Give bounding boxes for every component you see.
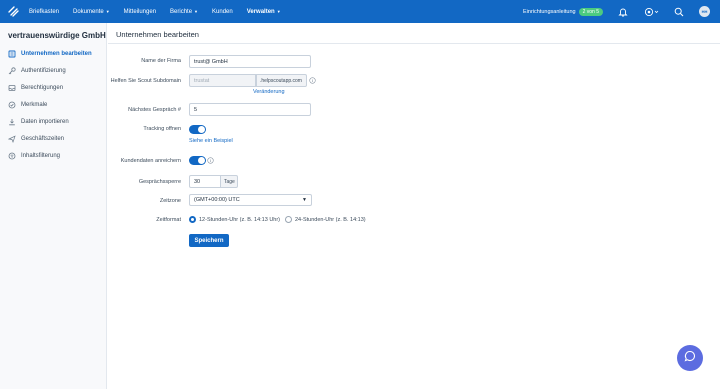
info-icon[interactable]: [309, 77, 316, 84]
conversation-lock-unit: Tage: [220, 175, 238, 188]
inbox-icon: [8, 84, 16, 92]
check-circle-icon: [8, 101, 16, 109]
next-conversation-label: Nächstes Gespräch #: [128, 107, 181, 113]
chevron-down-icon: ▼: [194, 9, 199, 14]
chevron-down-icon: ▼: [302, 197, 307, 203]
send-icon: [8, 135, 16, 143]
download-icon: [8, 118, 16, 126]
nav-label: Dokumente: [73, 8, 104, 15]
sidebar-item-label: Geschäftszeiten: [21, 135, 65, 142]
time-format-12h-option[interactable]: 12-Stunden-Uhr (z. B. 14:13 Uhr): [189, 216, 280, 223]
nav-item-berichte[interactable]: Berichte ▼: [170, 9, 198, 15]
timezone-select[interactable]: (GMT+00:00) UTC ▼: [189, 194, 312, 206]
time-format-24h-label: 24-Stunden-Uhr (z. B. 14:13): [295, 216, 366, 223]
bell-icon[interactable]: [617, 6, 629, 18]
chevron-down-icon: ▼: [276, 9, 281, 14]
nav-item-verwalten[interactable]: Verwalten ▼: [247, 9, 281, 15]
subdomain-change-link[interactable]: Veränderung: [253, 89, 285, 95]
avatar[interactable]: HH: [699, 6, 710, 17]
sidebar-item-label: Merkmale: [21, 101, 48, 108]
sidebar-item-label: Authentifizierung: [21, 67, 66, 74]
time-format-label: Zeitformat: [156, 217, 181, 223]
nav-item-mitteilungen[interactable]: Mitteilungen: [124, 9, 156, 15]
conversation-lock-label: Gesprächssperre: [138, 179, 181, 185]
settings-icon[interactable]: [643, 6, 659, 18]
radio-24h[interactable]: [285, 216, 292, 223]
key-icon: [8, 66, 16, 75]
next-conversation-input[interactable]: 5: [189, 103, 311, 116]
subdomain-input[interactable]: trustat: [189, 74, 256, 87]
nav-label: Mitteilungen: [123, 8, 157, 15]
subdomain-label: Helfen Sie Scout Subdomain: [110, 78, 181, 84]
info-icon[interactable]: [207, 157, 214, 164]
nav-item-briefkasten[interactable]: Briefkasten: [29, 9, 59, 15]
building-icon: [8, 50, 16, 58]
setup-guide-label: Einrichtungsanleitung: [523, 8, 576, 15]
time-format-12h-label: 12-Stunden-Uhr (z. B. 14:13 Uhr): [199, 216, 281, 223]
nav-label: Verwalten: [246, 8, 275, 15]
nav-label: Berichte: [170, 8, 193, 15]
company-title: vertrauenswürdige GmbH: [8, 31, 106, 40]
enrich-label: Kundendaten anreichern: [120, 158, 181, 164]
setup-guide-link[interactable]: Einrichtungsanleitung 2 von 5: [523, 7, 603, 16]
tracking-example-link[interactable]: Siehe ein Beispiel: [189, 138, 233, 144]
filter-circle-icon: [8, 152, 16, 160]
nav-label: Kunden: [212, 8, 233, 15]
subdomain-suffix: .helpscoutapp.com: [256, 74, 307, 87]
save-button[interactable]: Speichern: [189, 234, 229, 247]
enrich-toggle[interactable]: [189, 156, 206, 165]
sidebar-item-label: Inhaltsfilterung: [21, 152, 61, 159]
page-title: Unternehmen bearbeiten: [108, 23, 720, 44]
time-format-24h-option[interactable]: 24-Stunden-Uhr (z. B. 14:13): [285, 216, 366, 223]
sidebar-item-label: Unternehmen bearbeiten: [21, 50, 92, 57]
tracking-label: Tracking offnen: [143, 126, 181, 132]
sidebar-item-label: Berechtigungen: [21, 84, 64, 91]
conversation-lock-input[interactable]: 30: [189, 175, 221, 188]
sidebar-item-business-hours[interactable]: Geschäftszeiten: [0, 130, 106, 147]
nav-label: Briefkasten: [29, 8, 60, 15]
nav-item-kunden[interactable]: Kunden: [212, 9, 233, 15]
chat-bubble-icon: [684, 349, 696, 367]
setup-progress-badge: 2 von 5: [578, 7, 603, 16]
sidebar-item-label: Daten importieren: [21, 118, 69, 125]
help-beacon-button[interactable]: [677, 345, 703, 371]
company-name-label: Name der Firma: [141, 58, 181, 64]
company-name-input[interactable]: trust@ GmbH: [189, 55, 311, 68]
timezone-value: (GMT+00:00) UTC: [194, 197, 240, 203]
nav-item-dokumente[interactable]: Dokumente ▼: [73, 9, 110, 15]
search-icon[interactable]: [673, 6, 685, 18]
tracking-toggle[interactable]: [189, 125, 206, 134]
top-navigation: Briefkasten Dokumente ▼ Mitteilungen Beri…: [0, 0, 720, 23]
chevron-down-icon: ▼: [105, 9, 110, 14]
timezone-label: Zeitzone: [159, 198, 181, 204]
radio-12h[interactable]: [189, 216, 196, 223]
helpscout-logo-icon[interactable]: [7, 6, 19, 18]
main-content: Unternehmen bearbeiten Name der Firma tr…: [108, 23, 720, 389]
